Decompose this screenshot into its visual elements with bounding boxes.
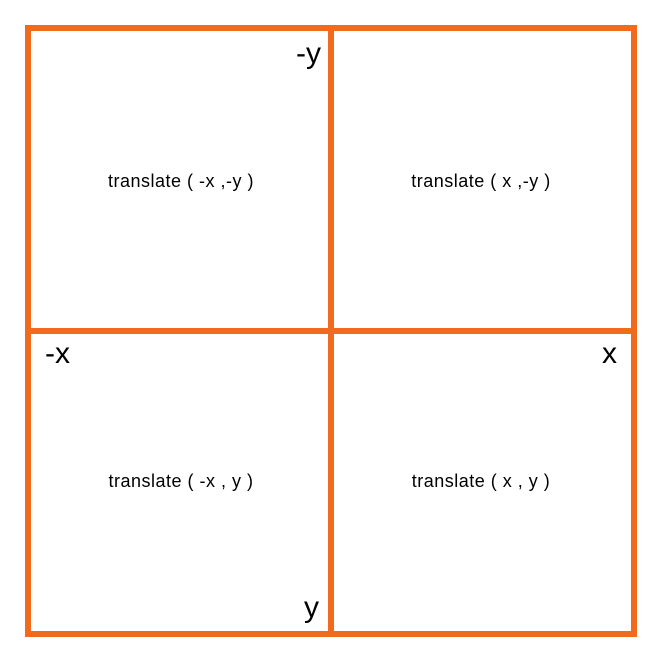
quadrant-top-right: translate ( x ,-y ) xyxy=(331,31,631,331)
quadrant-bottom-left-label: translate ( -x , y ) xyxy=(108,471,253,492)
quadrant-bottom-left: translate ( -x , y ) xyxy=(31,331,331,631)
quadrant-bottom-right: translate ( x , y ) xyxy=(331,331,631,631)
translate-diagram: translate ( -x ,-y ) translate ( x ,-y )… xyxy=(25,25,637,637)
quadrant-top-right-label: translate ( x ,-y ) xyxy=(411,171,551,192)
axis-label-neg-y: -y xyxy=(296,37,321,71)
axis-label-pos-x: x xyxy=(602,337,617,371)
quadrant-top-left: translate ( -x ,-y ) xyxy=(31,31,331,331)
axis-label-pos-y: y xyxy=(304,591,319,625)
axis-label-neg-x: -x xyxy=(45,337,70,371)
quadrant-bottom-right-label: translate ( x , y ) xyxy=(412,471,551,492)
quadrant-top-left-label: translate ( -x ,-y ) xyxy=(108,171,254,192)
coordinate-grid: translate ( -x ,-y ) translate ( x ,-y )… xyxy=(25,25,637,637)
